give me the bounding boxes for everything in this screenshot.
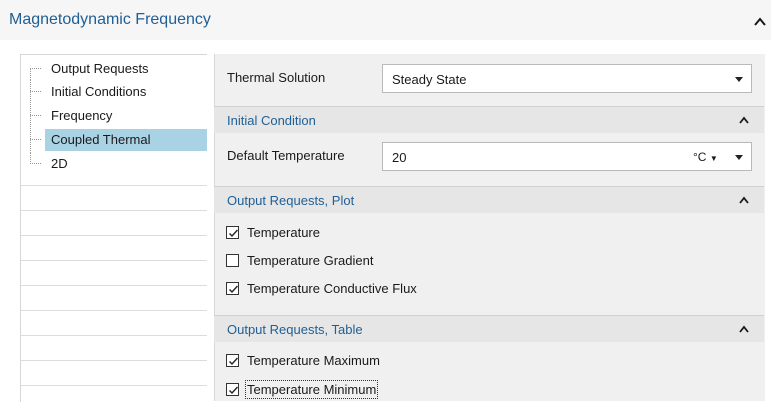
- chevron-down-icon: [735, 77, 743, 82]
- checkbox-label: Temperature Gradient: [247, 253, 374, 268]
- splitter[interactable]: [207, 54, 214, 401]
- default-temperature-value: 20: [392, 150, 407, 165]
- checkbox-label: Temperature: [247, 225, 320, 240]
- section-title: Output Requests, Plot: [227, 193, 355, 208]
- tree-item-2d[interactable]: 2D: [21, 152, 208, 175]
- chevron-down-icon: ▼: [709, 154, 718, 163]
- checkbox[interactable]: [226, 354, 239, 367]
- section-output-plot[interactable]: Output Requests, Plot: [214, 186, 764, 213]
- tree-item-label: Initial Conditions: [51, 84, 147, 99]
- chevron-up-icon[interactable]: [739, 325, 749, 333]
- tree-item-label: Coupled Thermal: [51, 132, 151, 147]
- checkbox[interactable]: [226, 254, 239, 267]
- thermal-solution-value: Steady State: [392, 72, 467, 87]
- tree-item-output-requests[interactable]: Output Requests: [21, 57, 208, 80]
- chevron-up-icon[interactable]: [739, 196, 749, 204]
- chevron-up-icon[interactable]: [753, 16, 767, 28]
- thermal-solution-label: Thermal Solution: [227, 70, 326, 85]
- unit-label: °C: [693, 150, 707, 164]
- checkbox[interactable]: [226, 226, 239, 239]
- chevron-down-icon[interactable]: [735, 155, 743, 160]
- chevron-up-icon[interactable]: [739, 116, 749, 124]
- section-title: Initial Condition: [227, 113, 316, 128]
- section-header[interactable]: Magnetodynamic Frequency: [0, 0, 771, 40]
- checkbox[interactable]: [226, 282, 239, 295]
- checkbox[interactable]: [226, 383, 239, 396]
- tree-item-label: Output Requests: [51, 61, 149, 76]
- thermal-solution-select[interactable]: Steady State: [382, 64, 752, 93]
- tree-item-label: Frequency: [51, 108, 113, 123]
- section-output-table[interactable]: Output Requests, Table: [214, 315, 764, 342]
- default-temperature-label: Default Temperature: [227, 148, 345, 163]
- tree-item-initial-conditions[interactable]: Initial Conditions: [21, 80, 208, 103]
- section-title: Output Requests, Table: [227, 322, 363, 337]
- section-initial-condition[interactable]: Initial Condition: [214, 106, 764, 133]
- checkbox-label: Temperature Maximum: [247, 353, 380, 368]
- checkbox-label: Temperature Minimum: [244, 380, 379, 399]
- section-title: Magnetodynamic Frequency: [9, 11, 211, 28]
- checkbox-label: Temperature Conductive Flux: [247, 281, 417, 296]
- category-tree: Output Requests Initial Conditions Frequ…: [20, 54, 208, 402]
- tree-item-label: 2D: [51, 156, 68, 171]
- tree-item-coupled-thermal[interactable]: Coupled Thermal: [21, 128, 208, 151]
- default-temperature-field[interactable]: 20 °C ▼: [382, 142, 752, 171]
- unit-select[interactable]: °C ▼: [693, 150, 718, 164]
- tree-item-frequency[interactable]: Frequency: [21, 104, 208, 127]
